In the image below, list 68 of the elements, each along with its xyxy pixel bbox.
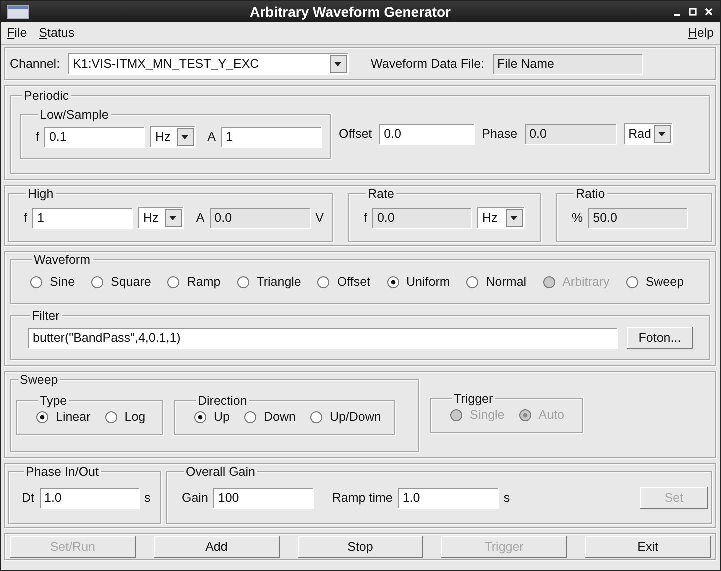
channel-dropdown[interactable]: K1:VIS-ITMX_MN_TEST_Y_EXC [68,53,350,75]
radio-option[interactable]: Sine [30,275,76,289]
input-field[interactable]: 1.0 [398,488,499,508]
radio-option[interactable]: Triangle [236,275,302,289]
input-field[interactable]: 0.0 [210,208,311,228]
field-label: f [24,211,28,225]
input-field[interactable]: 0.0 [372,208,472,228]
radio-option[interactable]: Down [244,410,296,424]
field-label: A [196,211,205,225]
window-title: Arbitrary Waveform Generator [249,4,452,20]
unit-dropdown[interactable]: Hz [138,207,184,229]
unit-label: V [316,211,324,225]
input-field[interactable]: 50.0 [588,208,688,228]
field-label: Dt [22,491,34,505]
field-label: f [36,130,40,144]
input-field[interactable]: File Name [492,54,642,74]
radio-option[interactable]: Sweep [626,275,684,289]
group-title: Periodic [23,89,70,103]
action-button[interactable]: Add [154,536,280,558]
group-title: Trigger [453,392,494,406]
field-label: Offset [339,127,372,141]
input-field[interactable]: 1.0 [40,488,140,508]
menu-item[interactable]: Status [39,26,75,40]
group-title: Phase In/Out [25,465,100,479]
field-label: % [572,211,584,225]
action-button[interactable]: Stop [298,536,424,558]
radio-option[interactable]: Linear [36,410,91,424]
unit-label: s [144,491,151,505]
group-title: Direction [197,394,248,408]
unit-dropdown[interactable]: Rad [624,123,673,145]
radio-option[interactable]: Log [104,410,146,424]
field-label: A [208,130,216,144]
foton-button[interactable]: Foton... [627,327,693,349]
radio-option[interactable]: Normal [466,275,527,289]
field-label: Waveform Data File: [371,57,484,71]
input-field[interactable]: 0.0 [524,124,617,144]
unit-label: s [504,491,510,505]
group-title: Ratio [575,187,606,201]
radio-option[interactable]: Square [91,275,152,289]
radio-option[interactable]: Ramp [167,275,221,289]
menu-item[interactable]: Help [688,26,714,40]
group-title: Overall Gain [185,465,256,479]
group-title: Rate [367,187,396,201]
radio-option[interactable]: Up/Down [310,410,382,424]
field-label: Phase [482,127,518,141]
unit-dropdown[interactable]: Hz [477,207,526,229]
filter-field[interactable]: butter("BandPass",4,0.1,1) [28,328,618,348]
input-field[interactable]: 1 [221,126,322,148]
group-title: Filter [31,309,61,323]
radio-option[interactable]: Up [194,410,230,424]
input-field[interactable]: 0.1 [44,126,146,148]
input-field[interactable]: 100 [213,488,314,508]
action-button[interactable]: Exit [585,536,711,558]
menu-item[interactable]: File [7,26,28,40]
unit-dropdown[interactable]: Hz [150,126,196,148]
field-label: Ramp time [332,491,393,505]
field-label: f [364,211,368,225]
group-title: High [27,187,55,201]
group-title: Sweep [19,373,60,387]
field-label: Gain [182,491,208,505]
field-label: Channel: [10,57,60,71]
input-field[interactable]: 1 [32,208,134,228]
input-field[interactable]: 0.0 [379,124,476,144]
group-title: Low/Sample [39,108,110,122]
group-title: Type [39,394,68,408]
radio-option[interactable]: Offset [317,275,371,289]
group-title: Waveform [33,253,92,267]
radio-option[interactable]: Uniform [386,275,450,289]
